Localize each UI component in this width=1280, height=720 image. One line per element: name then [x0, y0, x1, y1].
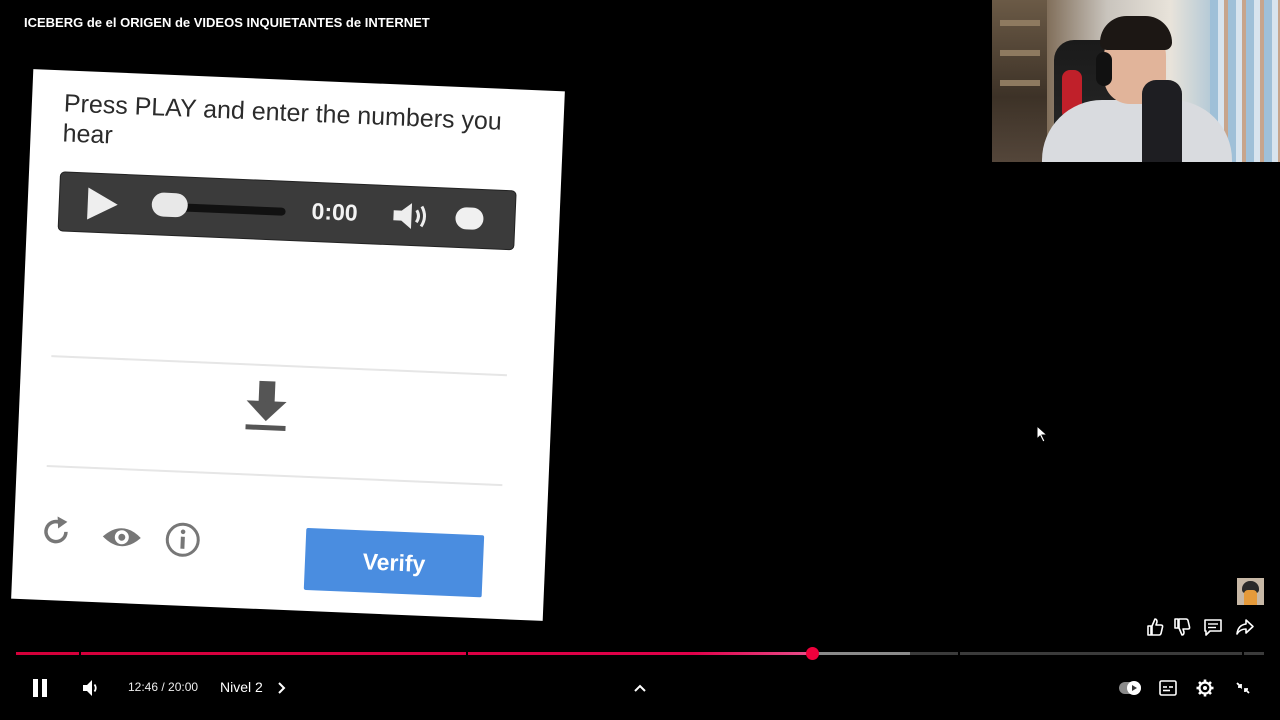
video-title: ICEBERG de el ORIGEN de VIDEOS INQUIETAN… — [24, 15, 430, 30]
eye-icon — [102, 528, 141, 547]
share-icon[interactable] — [1235, 617, 1255, 637]
verify-button: Verify — [303, 527, 485, 598]
divider — [46, 465, 503, 487]
refresh-icon — [44, 516, 68, 544]
like-icon[interactable] — [1145, 617, 1165, 637]
progress-scrubber[interactable] — [805, 647, 819, 660]
autoplay-toggle[interactable] — [1119, 676, 1143, 700]
chevron-up-icon[interactable] — [632, 676, 648, 700]
dislike-icon[interactable] — [1172, 617, 1192, 637]
volume-icon — [393, 203, 426, 230]
chapter-marker — [958, 652, 960, 655]
chapter-marker — [79, 652, 81, 655]
audio-player: 0:00 — [58, 172, 516, 250]
channel-avatar[interactable] — [1237, 578, 1264, 605]
divider — [51, 355, 507, 377]
chapter-label[interactable]: Nivel 2 — [220, 679, 263, 695]
settings-icon[interactable] — [1195, 676, 1215, 700]
subtitles-icon[interactable] — [1158, 676, 1178, 700]
webcam-overlay — [992, 0, 1280, 162]
captcha-prompt: Press PLAY and enter the numbers you hea… — [62, 89, 503, 150]
pause-icon[interactable] — [30, 676, 50, 700]
mouse-cursor-icon — [1036, 425, 1048, 443]
download-icon — [245, 380, 287, 431]
exit-fullscreen-icon[interactable] — [1233, 676, 1253, 700]
volume-icon[interactable] — [81, 676, 101, 700]
audio-seek-knob — [151, 192, 189, 218]
comment-icon[interactable] — [1203, 617, 1223, 637]
play-icon — [87, 187, 119, 221]
chapter-marker — [1242, 652, 1244, 655]
video-frame[interactable]: ICEBERG de el ORIGEN de VIDEOS INQUIETAN… — [0, 0, 1280, 720]
audio-time: 0:00 — [311, 197, 359, 226]
progress-played — [16, 652, 813, 655]
chevron-right-icon[interactable] — [274, 676, 290, 700]
audio-captcha-card: Press PLAY and enter the numbers you hea… — [11, 69, 565, 621]
time-display: 12:46 / 20:00 — [128, 680, 199, 694]
info-icon — [165, 522, 200, 557]
volume-slider-knob — [455, 206, 484, 231]
chapter-marker — [466, 652, 468, 655]
